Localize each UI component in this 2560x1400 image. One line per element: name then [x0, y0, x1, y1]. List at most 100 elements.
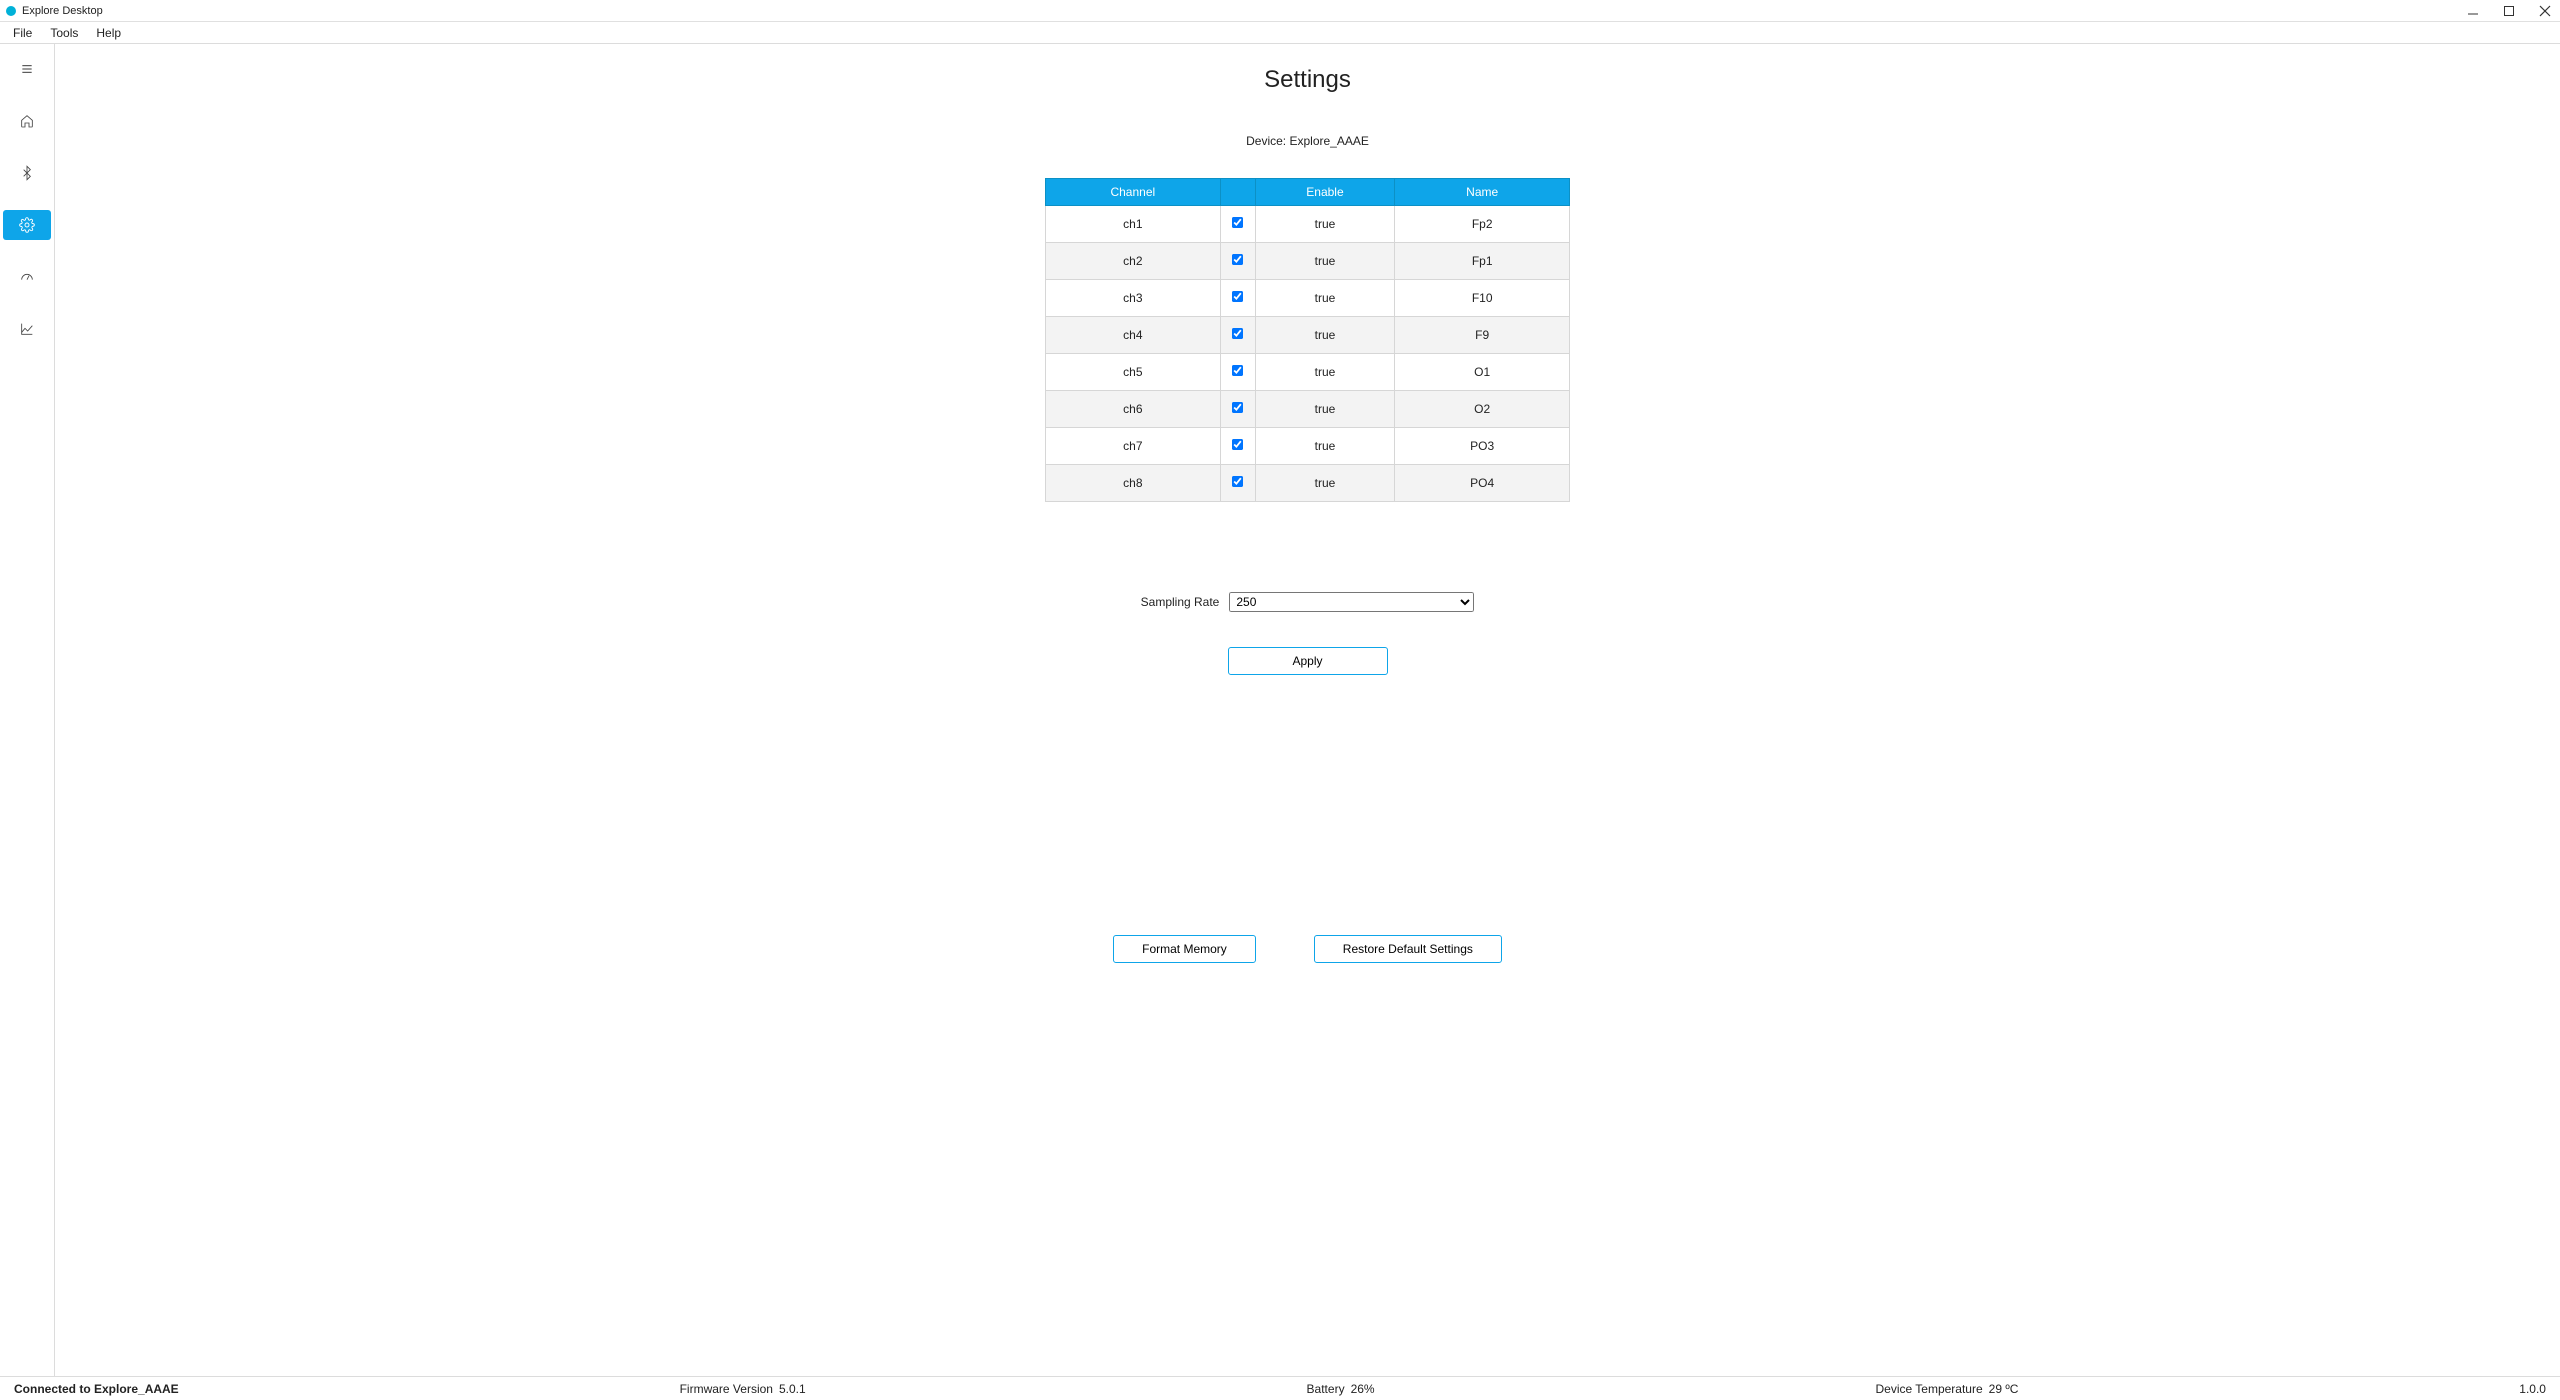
cell-name[interactable]: O2 — [1395, 391, 1570, 428]
chart-icon — [19, 321, 35, 337]
table-row: ch5 trueO1 — [1046, 354, 1570, 391]
table-header-name: Name — [1395, 179, 1570, 206]
cell-name[interactable]: Fp1 — [1395, 243, 1570, 280]
channel-enable-checkbox[interactable] — [1232, 291, 1243, 302]
cell-checkbox — [1220, 317, 1255, 354]
minimize-icon — [2465, 3, 2481, 19]
sidebar-bluetooth[interactable] — [0, 158, 55, 188]
cell-checkbox — [1220, 206, 1255, 243]
sampling-rate-row: Sampling Rate 250 — [1141, 592, 1475, 612]
cell-enable: true — [1255, 317, 1395, 354]
device-name: Explore_AAAE — [1289, 134, 1368, 148]
firmware-value: 5.0.1 — [779, 1382, 806, 1396]
device-label: Device: Explore_AAAE — [1246, 134, 1369, 148]
sidebar-settings[interactable] — [3, 210, 51, 240]
cell-checkbox — [1220, 280, 1255, 317]
menu-icon — [19, 61, 35, 77]
sampling-rate-label: Sampling Rate — [1141, 595, 1220, 609]
bluetooth-icon — [19, 165, 35, 181]
apply-button[interactable]: Apply — [1228, 647, 1388, 675]
table-row: ch2 trueFp1 — [1046, 243, 1570, 280]
table-header-enable: Enable — [1255, 179, 1395, 206]
cell-enable: true — [1255, 391, 1395, 428]
window-minimize[interactable] — [2464, 3, 2482, 19]
channel-table: Channel Enable Name ch1trueFp2ch2trueFp1… — [1045, 178, 1570, 502]
cell-checkbox — [1220, 391, 1255, 428]
cell-enable: true — [1255, 280, 1395, 317]
cell-channel: ch4 — [1046, 317, 1221, 354]
cell-enable: true — [1255, 465, 1395, 502]
menu-file[interactable]: File — [5, 24, 40, 42]
titlebar: Explore Desktop — [0, 0, 2560, 22]
restore-defaults-button[interactable]: Restore Default Settings — [1314, 935, 1502, 963]
firmware-status: Firmware Version 5.0.1 — [680, 1382, 806, 1396]
menubar: File Tools Help — [0, 22, 2560, 44]
sidebar-home[interactable] — [0, 106, 55, 136]
cell-name[interactable]: Fp2 — [1395, 206, 1570, 243]
table-row: ch7 truePO3 — [1046, 428, 1570, 465]
table-row: ch6 trueO2 — [1046, 391, 1570, 428]
channel-enable-checkbox[interactable] — [1232, 439, 1243, 450]
page-title: Settings — [1264, 66, 1351, 94]
menu-help[interactable]: Help — [88, 24, 129, 42]
format-memory-button[interactable]: Format Memory — [1113, 935, 1256, 963]
cell-channel: ch3 — [1046, 280, 1221, 317]
channel-enable-checkbox[interactable] — [1232, 476, 1243, 487]
cell-channel: ch2 — [1046, 243, 1221, 280]
table-row: ch1 trueFp2 — [1046, 206, 1570, 243]
cell-channel: ch6 — [1046, 391, 1221, 428]
cell-checkbox — [1220, 465, 1255, 502]
main-content: Settings Device: Explore_AAAE Channel En… — [55, 44, 2560, 1376]
table-header-checkbox — [1220, 179, 1255, 206]
channel-enable-checkbox[interactable] — [1232, 365, 1243, 376]
cell-name[interactable]: F9 — [1395, 317, 1570, 354]
table-row: ch4 trueF9 — [1046, 317, 1570, 354]
channel-enable-checkbox[interactable] — [1232, 328, 1243, 339]
gauge-icon — [19, 269, 35, 285]
app-logo — [6, 6, 16, 16]
table-row: ch3 trueF10 — [1046, 280, 1570, 317]
cell-channel: ch1 — [1046, 206, 1221, 243]
sidebar-toggle[interactable] — [0, 54, 55, 84]
cell-checkbox — [1220, 354, 1255, 391]
window-title: Explore Desktop — [22, 5, 103, 17]
table-row: ch8 truePO4 — [1046, 465, 1570, 502]
window-close[interactable] — [2536, 3, 2554, 19]
cell-enable: true — [1255, 243, 1395, 280]
temperature-value: 29 ºC — [1989, 1382, 2019, 1396]
cell-enable: true — [1255, 428, 1395, 465]
cell-name[interactable]: PO3 — [1395, 428, 1570, 465]
window-maximize[interactable] — [2500, 3, 2518, 19]
sidebar-impedance[interactable] — [0, 262, 55, 292]
cell-name[interactable]: PO4 — [1395, 465, 1570, 502]
temperature-status: Device Temperature 29 ºC — [1875, 1382, 2018, 1396]
cell-name[interactable]: F10 — [1395, 280, 1570, 317]
app-version: 1.0.0 — [2519, 1382, 2546, 1396]
home-icon — [19, 113, 35, 129]
battery-value: 26% — [1351, 1382, 1375, 1396]
status-bar: Connected to Explore_AAAE Firmware Versi… — [0, 1376, 2560, 1400]
maximize-icon — [2501, 3, 2517, 19]
cell-checkbox — [1220, 243, 1255, 280]
sidebar-chart[interactable] — [0, 314, 55, 344]
temperature-label: Device Temperature — [1875, 1382, 1982, 1396]
gear-icon — [19, 217, 35, 233]
close-icon — [2537, 3, 2553, 19]
bottom-actions: Format Memory Restore Default Settings — [1113, 935, 1502, 963]
firmware-label: Firmware Version — [680, 1382, 773, 1396]
battery-status: Battery 26% — [1307, 1382, 1375, 1396]
cell-name[interactable]: O1 — [1395, 354, 1570, 391]
cell-channel: ch7 — [1046, 428, 1221, 465]
cell-checkbox — [1220, 428, 1255, 465]
channel-enable-checkbox[interactable] — [1232, 402, 1243, 413]
sampling-rate-select[interactable]: 250 — [1229, 592, 1474, 612]
menu-tools[interactable]: Tools — [42, 24, 86, 42]
cell-enable: true — [1255, 354, 1395, 391]
channel-enable-checkbox[interactable] — [1232, 254, 1243, 265]
cell-channel: ch5 — [1046, 354, 1221, 391]
battery-label: Battery — [1307, 1382, 1345, 1396]
channel-enable-checkbox[interactable] — [1232, 217, 1243, 228]
cell-enable: true — [1255, 206, 1395, 243]
cell-channel: ch8 — [1046, 465, 1221, 502]
device-label-prefix: Device: — [1246, 134, 1289, 148]
